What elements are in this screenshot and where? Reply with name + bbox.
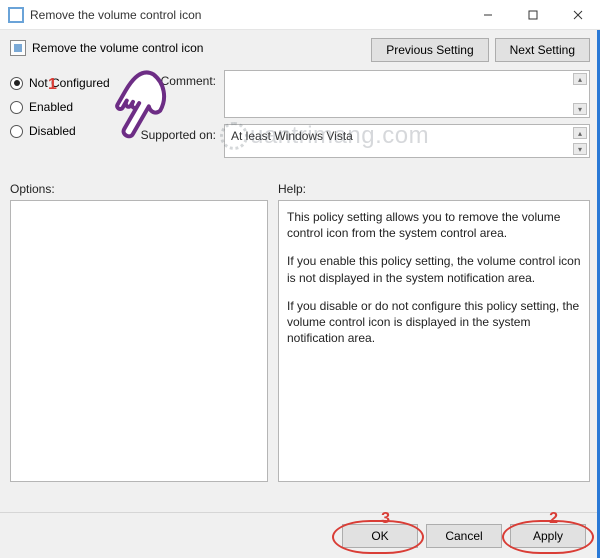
radio-icon [10, 77, 23, 90]
scroll-up-icon[interactable]: ▴ [573, 73, 587, 85]
ok-button[interactable]: OK [342, 524, 418, 548]
window-title: Remove the volume control icon [30, 8, 465, 22]
radio-icon [10, 125, 23, 138]
scroll-down-icon[interactable]: ▾ [573, 103, 587, 115]
policy-icon [8, 7, 24, 23]
policy-item-icon [10, 40, 26, 56]
apply-button[interactable]: Apply [510, 524, 586, 548]
help-paragraph: This policy setting allows you to remove… [287, 209, 581, 241]
options-panel [10, 200, 268, 482]
supported-textbox: At least Windows Vista ▴ ▾ [224, 124, 590, 158]
subtitle-row: Remove the volume control icon Previous … [10, 40, 590, 56]
dialog-body: Remove the volume control icon Previous … [0, 30, 600, 512]
radio-label: Disabled [29, 124, 76, 138]
radio-enabled[interactable]: Enabled [10, 100, 210, 114]
lower-columns: Options: Help: This policy setting allow… [10, 182, 590, 482]
main-area: Not Configured Enabled Disabled Comment:… [10, 70, 590, 164]
scroll-up-icon[interactable]: ▴ [573, 127, 587, 139]
previous-setting-button[interactable]: Previous Setting [371, 38, 488, 62]
scroll-down-icon[interactable]: ▾ [573, 143, 587, 155]
titlebar: Remove the volume control icon [0, 0, 600, 30]
radio-disabled[interactable]: Disabled [10, 124, 210, 138]
right-fields: Comment: ▴ ▾ Supported on: At least Wind… [224, 70, 590, 164]
help-column: Help: This policy setting allows you to … [278, 182, 590, 482]
help-paragraph: If you disable or do not configure this … [287, 298, 581, 347]
supported-value: At least Windows Vista [231, 129, 353, 143]
dialog-footer: 3 2 OK Cancel Apply [0, 512, 600, 558]
radio-label: Enabled [29, 100, 73, 114]
maximize-button[interactable] [510, 0, 555, 30]
minimize-button[interactable] [465, 0, 510, 30]
help-paragraph: If you enable this policy setting, the v… [287, 253, 581, 285]
help-label: Help: [278, 182, 590, 196]
radio-not-configured[interactable]: Not Configured [10, 76, 210, 90]
comment-textbox[interactable]: ▴ ▾ [224, 70, 590, 118]
minimize-icon [483, 10, 493, 20]
radio-label: Not Configured [29, 76, 110, 90]
options-label: Options: [10, 182, 268, 196]
window-controls [465, 0, 600, 30]
nav-buttons: Previous Setting Next Setting [371, 38, 590, 62]
close-button[interactable] [555, 0, 600, 30]
help-panel: This policy setting allows you to remove… [278, 200, 590, 482]
maximize-icon [528, 10, 538, 20]
options-column: Options: [10, 182, 268, 482]
policy-subtitle: Remove the volume control icon [32, 41, 203, 55]
cancel-button[interactable]: Cancel [426, 524, 502, 548]
close-icon [573, 10, 583, 20]
radio-icon [10, 101, 23, 114]
next-setting-button[interactable]: Next Setting [495, 38, 590, 62]
